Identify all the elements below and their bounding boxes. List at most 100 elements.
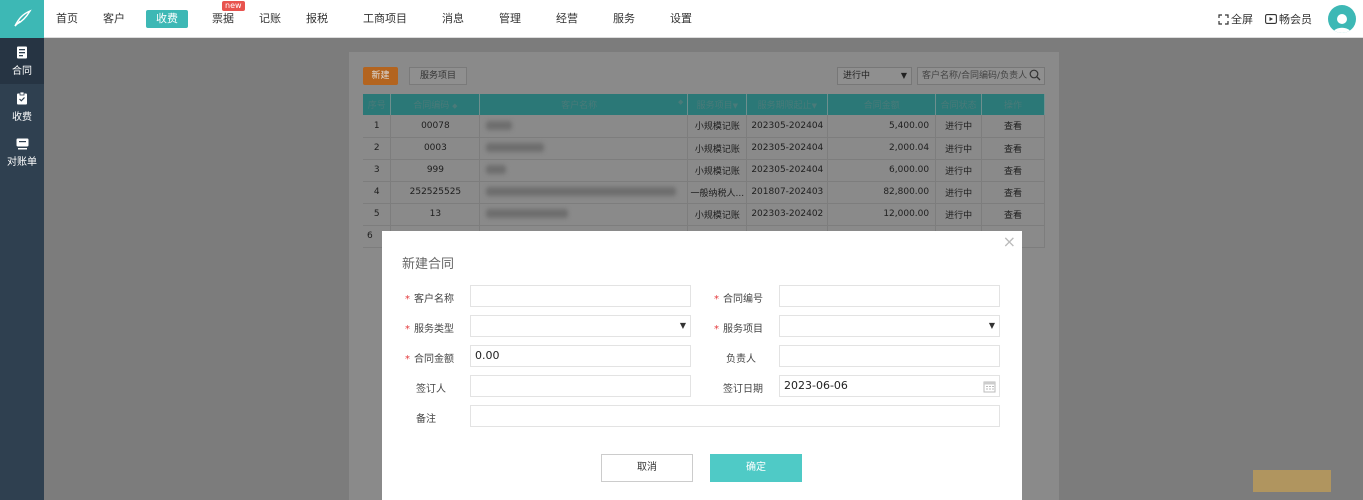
- col-header-action: 操作: [981, 94, 1045, 115]
- cell-customer-redacted: [479, 159, 689, 182]
- chevron-down-icon: ▼: [988, 321, 995, 330]
- amount-input[interactable]: 0.00: [470, 345, 691, 367]
- search-icon[interactable]: [1029, 69, 1041, 84]
- sidebar-item-charges[interactable]: 收费: [0, 84, 44, 130]
- status-select[interactable]: 进行中 ▼: [837, 67, 912, 85]
- service-item-label-text: 服务项目: [723, 324, 763, 335]
- cell-amount: 2,000.04: [827, 137, 937, 160]
- contract-no-input[interactable]: [779, 285, 1000, 307]
- col-header-code[interactable]: 合同编码 ◆: [390, 94, 481, 115]
- main-nav: 首页 客户 收费 票据 new 记账 报税 工商项目 消息 管理 经营 服务 设置: [44, 0, 705, 38]
- col-header-period[interactable]: 服务期限起止▼: [746, 94, 829, 115]
- view-link[interactable]: 查看: [981, 137, 1045, 160]
- nav-customers[interactable]: 客户: [91, 10, 137, 28]
- table-row[interactable]: 3 999 小规模记账 202305-202404 6,000.00 进行中 查…: [363, 159, 1045, 182]
- nav-tax[interactable]: 报税: [294, 10, 340, 28]
- cell-customer-redacted: [479, 203, 689, 226]
- table-row[interactable]: 1 00078 小规模记账 202305-202404 5,400.00 进行中…: [363, 115, 1045, 138]
- cell-period: 201807-202403: [746, 181, 829, 204]
- service-items-button[interactable]: 服务项目: [409, 67, 467, 85]
- sign-date-input[interactable]: 2023-06-06: [779, 375, 1000, 397]
- statement-icon: [16, 138, 28, 150]
- avatar[interactable]: [1328, 5, 1356, 33]
- signer-label: 签订人: [416, 384, 446, 395]
- contract-icon: [17, 46, 27, 58]
- cell-amount: 82,800.00: [827, 181, 937, 204]
- col-header-service[interactable]: 服务项目▼: [687, 94, 748, 115]
- nav-management[interactable]: 管理: [487, 10, 533, 28]
- table-row[interactable]: 5 13 小规模记账 202303-202402 12,000.00 进行中 查…: [363, 203, 1045, 226]
- view-link[interactable]: 查看: [981, 203, 1045, 226]
- fullscreen-button[interactable]: 全屏: [1218, 11, 1253, 27]
- cell-index: 3: [363, 159, 392, 182]
- view-link[interactable]: 查看: [981, 181, 1045, 204]
- fullscreen-icon: [1218, 13, 1229, 25]
- remark-input[interactable]: [470, 405, 1000, 427]
- col-header-index: 序号: [363, 94, 392, 115]
- new-badge: new: [222, 1, 245, 11]
- member-button[interactable]: 畅会员: [1265, 11, 1312, 27]
- sort-icon: ◆: [452, 102, 458, 110]
- cell-service: 一般纳税人...: [687, 181, 748, 204]
- nav-bookkeeping[interactable]: 记账: [247, 10, 293, 28]
- nav-settings[interactable]: 设置: [658, 10, 704, 28]
- cell-status: 进行中: [935, 137, 983, 160]
- col-header-amount: 合同金额: [827, 94, 937, 115]
- col-header-code-label: 合同编码: [413, 101, 450, 111]
- required-mark: *: [405, 294, 410, 305]
- sign-date-value: 2023-06-06: [784, 379, 848, 392]
- sort-icon: ◆: [677, 98, 684, 106]
- calendar-icon[interactable]: [983, 380, 996, 400]
- cell-period: 202305-202404: [746, 115, 829, 138]
- view-link[interactable]: 查看: [981, 159, 1045, 182]
- view-link[interactable]: 查看: [981, 115, 1045, 138]
- cell-index: 2: [363, 137, 392, 160]
- filter-icon: ▼: [811, 102, 817, 110]
- amount-label-text: 合同金额: [414, 354, 454, 365]
- col-header-period-label: 服务期限起止: [757, 101, 812, 111]
- service-type-select[interactable]: ▼: [470, 315, 691, 337]
- close-icon[interactable]: ×: [1003, 234, 1016, 250]
- sidebar: 合同 收费 对账单: [0, 38, 44, 500]
- col-header-customer[interactable]: 客户名称 ◆: [479, 94, 689, 115]
- amount-label: * 合同金额: [382, 350, 454, 365]
- nav-operations[interactable]: 经营: [544, 10, 590, 28]
- cell-amount: 6,000.00: [827, 159, 937, 182]
- search-input[interactable]: 客户名称/合同编码/负责人: [917, 67, 1045, 85]
- logo[interactable]: [0, 0, 44, 38]
- col-header-status: 合同状态: [935, 94, 983, 115]
- top-navbar: 首页 客户 收费 票据 new 记账 报税 工商项目 消息 管理 经营 服务 设置…: [0, 0, 1363, 38]
- table-row[interactable]: 2 0003 小规模记账 202305-202404 2,000.04 进行中 …: [363, 137, 1045, 160]
- sidebar-item-statement[interactable]: 对账单: [0, 130, 44, 176]
- cell-service: 小规模记账: [687, 115, 748, 138]
- cell-index: 5: [363, 203, 392, 226]
- required-mark: *: [714, 324, 719, 335]
- cell-code: 00078: [390, 115, 481, 138]
- table-row[interactable]: 4 252525525 一般纳税人... 201807-202403 82,80…: [363, 181, 1045, 204]
- customer-name-label: * 客户名称: [382, 290, 454, 305]
- cell-status: 进行中: [935, 159, 983, 182]
- feather-logo-icon: [14, 9, 32, 27]
- sidebar-item-contract[interactable]: 合同: [0, 38, 44, 84]
- cell-period: 202303-202402: [746, 203, 829, 226]
- confirm-button[interactable]: 确定: [710, 454, 802, 482]
- nav-business-projects[interactable]: 工商项目: [351, 10, 419, 28]
- cell-period: 202305-202404: [746, 137, 829, 160]
- owner-input[interactable]: [779, 345, 1000, 367]
- chevron-down-icon: ▼: [900, 71, 907, 80]
- nav-invoices[interactable]: 票据 new: [200, 1, 246, 28]
- cancel-button[interactable]: 取消: [601, 454, 693, 482]
- cell-code: 13: [390, 203, 481, 226]
- nav-home[interactable]: 首页: [44, 10, 90, 28]
- cell-amount: 12,000.00: [827, 203, 937, 226]
- signer-input[interactable]: [470, 375, 691, 397]
- nav-charges[interactable]: 收费: [146, 10, 188, 28]
- new-contract-button[interactable]: 新建: [363, 67, 398, 85]
- cell-status: 进行中: [935, 203, 983, 226]
- customer-name-input[interactable]: [470, 285, 691, 307]
- col-header-customer-label: 客户名称: [561, 101, 598, 111]
- nav-messages[interactable]: 消息: [430, 10, 476, 28]
- owner-label: 负责人: [726, 354, 756, 365]
- nav-services[interactable]: 服务: [601, 10, 647, 28]
- service-item-select[interactable]: ▼: [779, 315, 1000, 337]
